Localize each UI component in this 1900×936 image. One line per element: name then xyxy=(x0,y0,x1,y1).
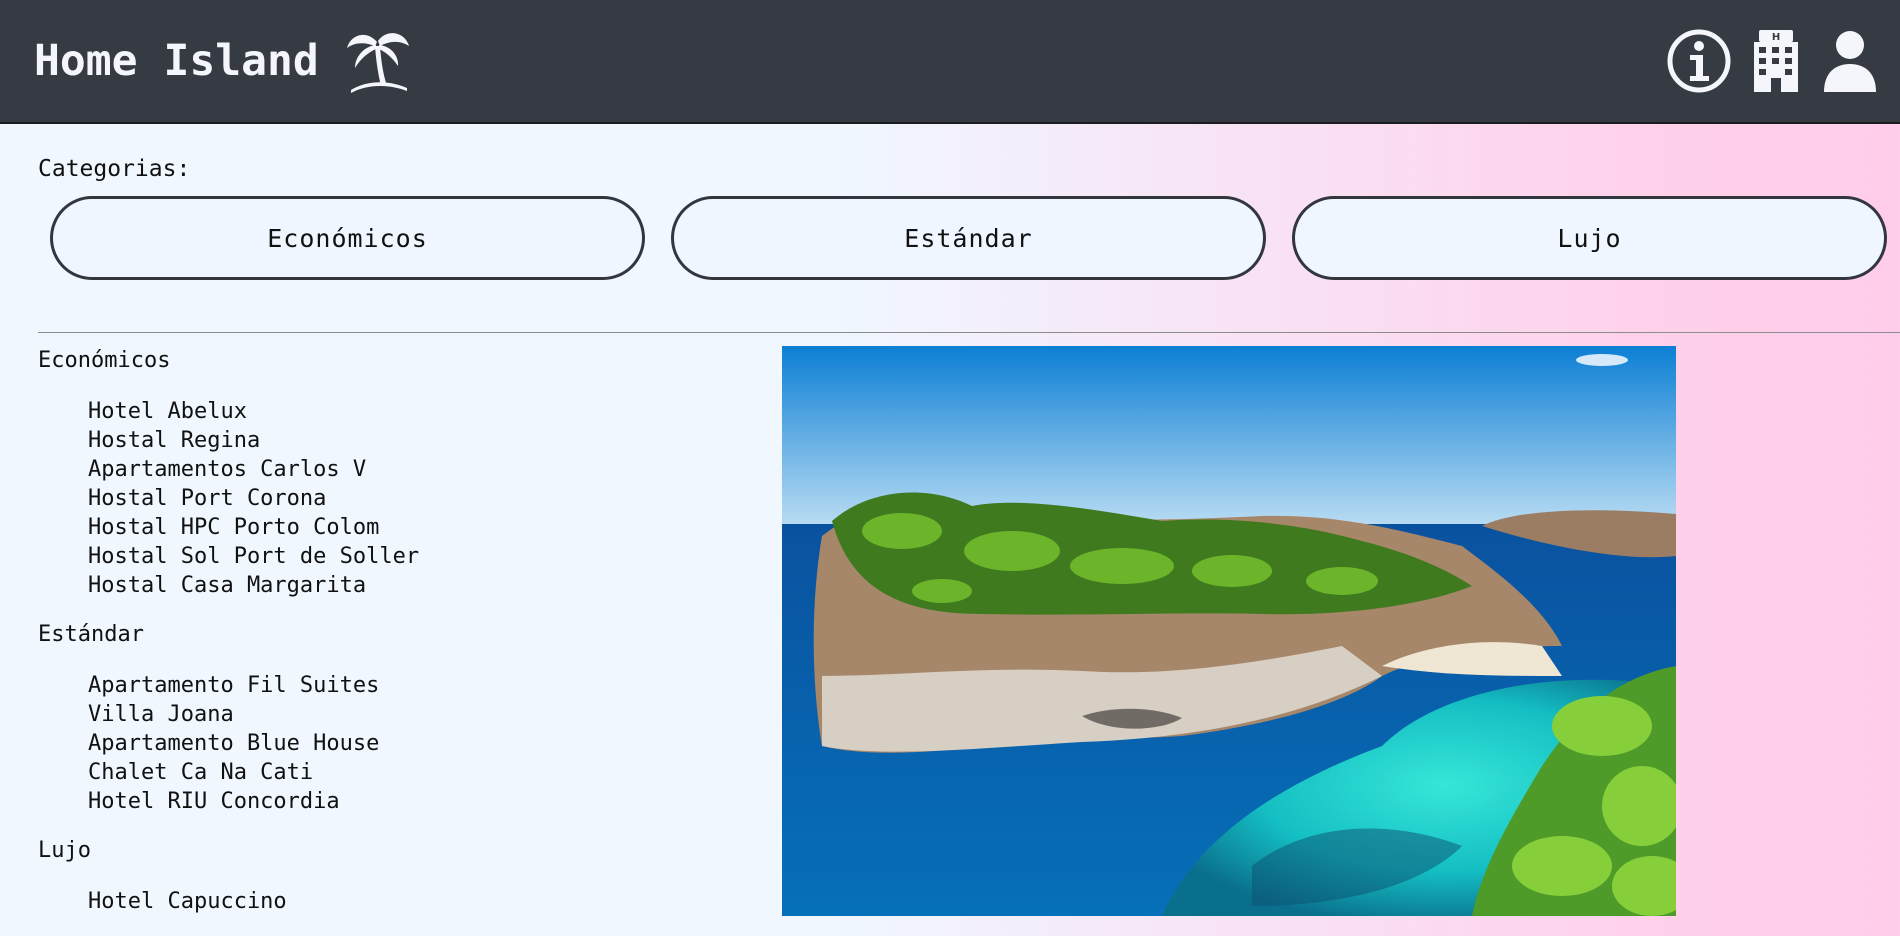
category-estandar-button[interactable]: Estándar xyxy=(671,196,1266,280)
list-item[interactable]: Villa Joana xyxy=(88,700,419,729)
user-icon[interactable] xyxy=(1820,28,1880,94)
palm-tree-icon xyxy=(346,33,409,93)
list-item[interactable]: Hostal Port Corona xyxy=(88,484,419,513)
section-title-lujo: Lujo xyxy=(38,838,91,863)
hotel-list: Económicos Hotel Abelux Hostal Regina Ap… xyxy=(38,346,419,936)
section-items-economicos: Hotel Abelux Hostal Regina Apartamentos … xyxy=(38,397,419,600)
list-item[interactable]: Apartamento Blue House xyxy=(88,729,419,758)
top-bar: Home Island H xyxy=(0,0,1900,124)
section-items-lujo: Hotel Capuccino xyxy=(38,887,419,916)
categories-label: Categorias: xyxy=(38,156,191,182)
header-actions: H xyxy=(1666,28,1880,94)
hotel-building-icon[interactable]: H xyxy=(1746,28,1806,94)
list-item[interactable]: Hostal HPC Porto Colom xyxy=(88,513,419,542)
category-economicos-button[interactable]: Económicos xyxy=(50,196,645,280)
svg-text:H: H xyxy=(1772,32,1780,43)
category-buttons: Económicos Estándar Lujo xyxy=(50,196,1887,280)
divider xyxy=(38,332,1900,333)
list-item[interactable]: Hotel RIU Concordia xyxy=(88,787,419,816)
list-item[interactable]: Hostal Casa Margarita xyxy=(88,571,419,600)
section-title-estandar: Estándar xyxy=(38,622,144,647)
list-item[interactable]: Apartamento Fil Suites xyxy=(88,671,419,700)
category-lujo-button[interactable]: Lujo xyxy=(1292,196,1887,280)
list-item[interactable]: Hotel Abelux xyxy=(88,397,419,426)
info-icon[interactable] xyxy=(1666,28,1732,94)
list-item[interactable]: Hotel Capuccino xyxy=(88,887,419,916)
island-cove-photo xyxy=(782,346,1676,916)
list-item[interactable]: Chalet Ca Na Cati xyxy=(88,758,419,787)
section-title-economicos: Económicos xyxy=(38,348,171,373)
brand[interactable]: Home Island xyxy=(34,28,411,94)
section-items-estandar: Apartamento Fil Suites Villa Joana Apart… xyxy=(38,671,419,816)
list-item[interactable]: Hostal Regina xyxy=(88,426,419,455)
site-title: Home Island xyxy=(34,36,319,86)
list-item[interactable]: Apartamentos Carlos V xyxy=(88,455,419,484)
list-item[interactable]: Hostal Sol Port de Soller xyxy=(88,542,419,571)
